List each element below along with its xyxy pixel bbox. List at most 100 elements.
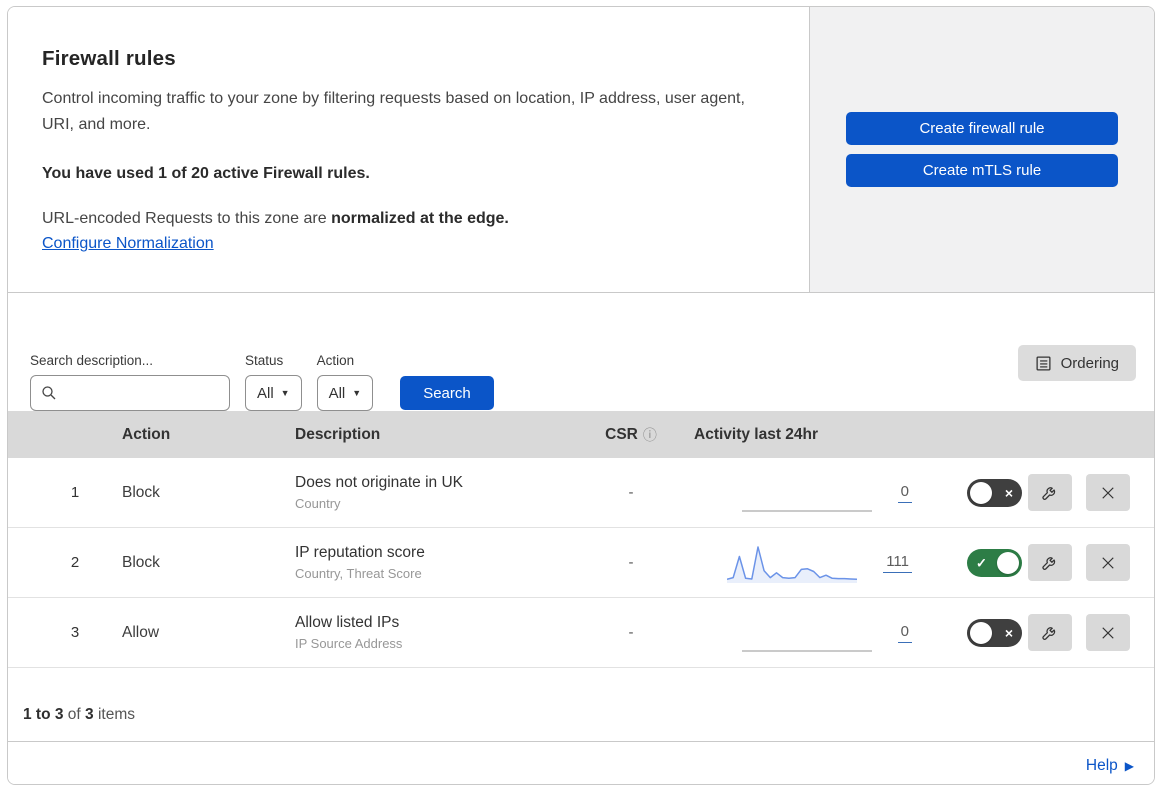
rule-csr-value: -: [628, 554, 634, 571]
page-title: Firewall rules: [42, 47, 176, 70]
toggle-x-icon: ×: [1004, 624, 1013, 641]
status-filter-group: Status All ▼: [245, 353, 302, 411]
help-arrow-icon: ▶: [1124, 758, 1134, 773]
items-of: of: [63, 706, 86, 723]
filter-bar: Search description... Status All ▼ Actio…: [8, 293, 1154, 411]
firewall-rules-card: Firewall rules Control incoming traffic …: [7, 6, 1155, 785]
edit-rule-button[interactable]: [1028, 614, 1072, 651]
info-icon[interactable]: ⓘ: [643, 425, 657, 445]
status-dropdown-value: All: [257, 384, 274, 402]
edit-cell: [1022, 614, 1078, 651]
rule-priority: 1: [70, 484, 80, 501]
rule-csr-value: -: [628, 484, 634, 501]
activity-count-link[interactable]: 0: [897, 623, 912, 643]
edit-rule-button[interactable]: [1028, 544, 1072, 581]
wrench-icon: [1042, 556, 1056, 570]
rule-description: Allow listed IPs IP Source Address: [295, 614, 576, 651]
top-section: Firewall rules Control incoming traffic …: [8, 7, 1154, 293]
ordering-button[interactable]: Ordering: [1017, 345, 1136, 381]
action-column-header: Action: [122, 425, 171, 443]
rule-csr-value: -: [628, 624, 634, 641]
rule-description-text: IP reputation score: [295, 544, 425, 561]
rule-priority: 3: [70, 624, 80, 641]
rule-fields: Country: [295, 496, 341, 511]
page-description: Control incoming traffic to your zone by…: [42, 90, 745, 133]
activity-sparkline: [741, 649, 872, 652]
activity-sparkline: [741, 509, 872, 512]
usage-summary: You have used 1 of 20 active Firewall ru…: [42, 164, 370, 182]
toggle-knob: [970, 481, 992, 504]
delete-x-icon: [1102, 626, 1114, 639]
items-total: 3: [85, 706, 94, 723]
chevron-down-icon: ▼: [280, 388, 290, 398]
items-label: items: [93, 706, 135, 723]
table-row: 1 Block Does not originate in UK Country…: [8, 458, 1154, 528]
delete-cell: [1078, 614, 1138, 651]
table-row: 3 Allow Allow listed IPs IP Source Addre…: [8, 598, 1154, 668]
action-dropdown[interactable]: All ▼: [316, 375, 374, 411]
ordering-list-icon: [1036, 355, 1051, 371]
delete-rule-button[interactable]: [1086, 544, 1130, 581]
rule-enable-toggle[interactable]: ✓ ×: [967, 478, 1022, 507]
rule-fields: Country, Threat Score: [295, 566, 422, 581]
activity-count-link[interactable]: 111: [883, 553, 912, 573]
configure-normalization-link[interactable]: Configure Normalization: [42, 235, 214, 253]
activity-column-header: Activity last 24hr: [694, 425, 819, 443]
create-firewall-rule-button[interactable]: Create firewall rule: [846, 112, 1118, 145]
delete-rule-button[interactable]: [1086, 474, 1130, 511]
csr-header-label: CSR: [605, 425, 638, 443]
chevron-down-icon: ▼: [352, 388, 362, 398]
delete-rule-button[interactable]: [1086, 614, 1130, 651]
rule-action: Allow: [122, 623, 160, 641]
table-row: 2 Block IP reputation score Country, Thr…: [8, 528, 1154, 598]
intro-panel: Firewall rules Control incoming traffic …: [8, 7, 810, 292]
items-count: 1 to 3 of 3 items: [8, 668, 1154, 742]
toggle-knob: [997, 551, 1019, 574]
search-label: Search description...: [30, 353, 154, 368]
rule-description: Does not originate in UK Country: [295, 474, 576, 511]
search-input-wrap: [30, 375, 230, 411]
search-button[interactable]: Search: [400, 376, 494, 410]
actions-panel: Create firewall rule Create mTLS rule: [810, 7, 1154, 292]
rule-activity-cell: 0: [686, 612, 936, 654]
wrench-icon: [1042, 626, 1056, 640]
normalization-bold: normalized at the edge.: [331, 209, 509, 227]
search-input[interactable]: [57, 385, 219, 401]
activity-count-link[interactable]: 0: [897, 483, 912, 503]
edit-cell: [1022, 544, 1078, 581]
toggle-knob: [970, 621, 992, 644]
rule-description: IP reputation score Country, Threat Scor…: [295, 544, 576, 581]
activity-sparkline: [727, 545, 858, 583]
rule-activity-cell: 111: [686, 542, 936, 584]
toggle-cell: ✓ ×: [936, 548, 1022, 577]
rule-fields: IP Source Address: [295, 636, 403, 651]
help-link[interactable]: Help ▶: [1086, 757, 1134, 775]
toggle-check-icon: ✓: [976, 555, 987, 570]
rule-action: Block: [122, 483, 160, 501]
action-label: Action: [316, 353, 355, 368]
rule-priority: 2: [70, 554, 80, 571]
rule-action: Block: [122, 553, 160, 571]
ordering-button-label: Ordering: [1060, 354, 1119, 372]
action-filter-group: Action All ▼: [316, 353, 374, 411]
edit-rule-button[interactable]: [1028, 474, 1072, 511]
action-dropdown-value: All: [328, 384, 346, 402]
toggle-x-icon: ×: [1004, 484, 1013, 501]
status-dropdown[interactable]: All ▼: [245, 375, 302, 411]
normalization-text: URL-encoded Requests to this zone are: [42, 209, 332, 227]
rule-enable-toggle[interactable]: ✓ ×: [967, 548, 1022, 577]
help-label: Help: [1085, 756, 1118, 774]
search-icon: [42, 386, 56, 400]
rule-enable-toggle[interactable]: ✓ ×: [967, 618, 1022, 647]
items-range: 1 to 3: [23, 706, 64, 723]
rule-description-text: Does not originate in UK: [295, 474, 464, 491]
description-column-header: Description: [295, 425, 381, 443]
delete-x-icon: [1102, 556, 1114, 569]
rule-description-text: Allow listed IPs: [295, 614, 400, 631]
toggle-cell: ✓ ×: [936, 478, 1022, 507]
create-mtls-rule-button[interactable]: Create mTLS rule: [846, 154, 1118, 187]
csr-column-header: CSR ⓘ: [576, 425, 686, 445]
toggle-cell: ✓ ×: [936, 618, 1022, 647]
normalization-note: URL-encoded Requests to this zone are no…: [42, 210, 769, 228]
status-label: Status: [245, 353, 284, 368]
